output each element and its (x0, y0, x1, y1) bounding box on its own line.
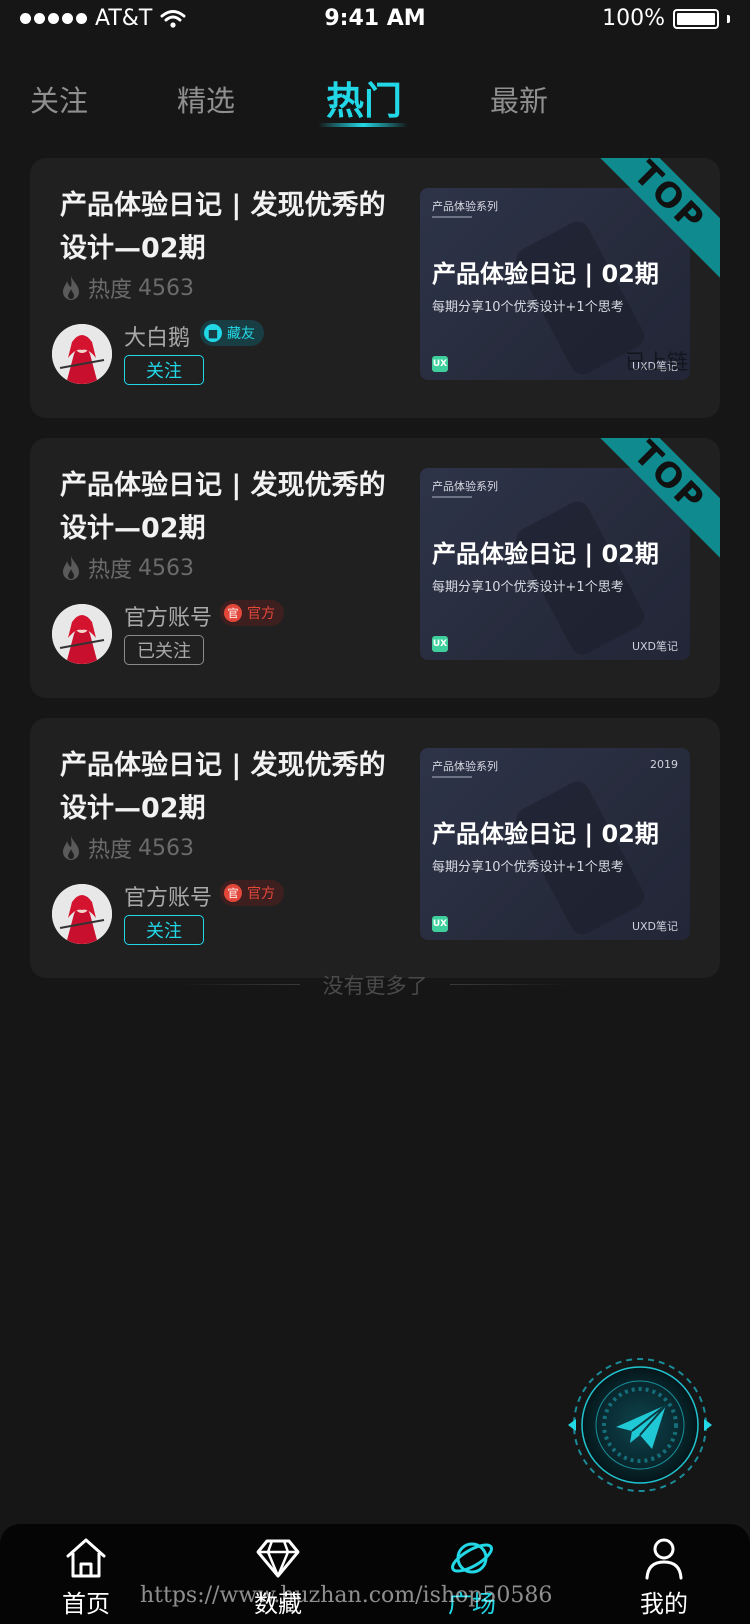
avatar-illustration (52, 604, 112, 664)
post-card[interactable]: 产品体验日记 | 发现优秀的设计—02期 热度 4563 大白鹅 ■ 藏友 关注 (30, 158, 720, 418)
post-thumbnail[interactable]: 产品体验系列 2019 产品体验日记 | 02期 每期分享10个优秀设计+1个思… (420, 748, 690, 940)
tabbar-collection[interactable]: 数藏 (228, 1534, 328, 1624)
thumb-brand: UXD笔记 (631, 920, 678, 933)
heat-value: 4563 (138, 555, 195, 581)
ux-logo-icon: UX (432, 356, 448, 372)
bottom-tab-bar: 首页 数藏 广场 我的 (0, 1524, 750, 1624)
active-tab-indicator (318, 123, 408, 127)
ux-logo-icon: UX (432, 916, 448, 932)
flame-icon (63, 556, 79, 580)
heat-value: 4563 (138, 275, 195, 301)
thumb-series: 产品体验系列 (432, 760, 498, 773)
thumb-subline: 每期分享10个优秀设计+1个思考 (432, 300, 624, 315)
followed-button[interactable]: 已关注 (124, 635, 204, 665)
user-icon (645, 1538, 683, 1580)
tab-hot[interactable]: 热门 (326, 70, 402, 125)
post-title: 产品体验日记 | 发现优秀的设计—02期 (60, 470, 386, 544)
thumb-headline: 产品体验日记 | 02期 (432, 820, 659, 848)
thumb-subline: 每期分享10个优秀设计+1个思考 (432, 860, 624, 875)
thumb-series: 产品体验系列 (432, 480, 498, 493)
badge-label: 官方 (247, 886, 275, 902)
lock-icon: ■ (204, 324, 222, 342)
planet-icon (451, 1542, 493, 1574)
battery-percent: 100% (602, 6, 665, 31)
follow-button[interactable]: 关注 (124, 355, 204, 385)
publish-fab[interactable] (560, 1345, 720, 1505)
post-card[interactable]: 产品体验日记 | 发现优秀的设计—02期 热度 4563 官方账号 官 官方 已… (30, 438, 720, 698)
avatar[interactable] (52, 604, 112, 664)
badge-label: 官方 (247, 606, 275, 622)
author-name[interactable]: 官方账号 (124, 880, 212, 912)
no-more-divider: 没有更多了 (0, 970, 750, 1000)
no-more-text: 没有更多了 (322, 974, 428, 998)
avatar[interactable] (52, 884, 112, 944)
author-name[interactable]: 大白鹅 (124, 320, 190, 352)
ux-logo-icon: UX (432, 636, 448, 652)
heat-value: 4563 (138, 835, 195, 861)
collector-badge: ■ 藏友 (200, 320, 264, 346)
post-thumbnail[interactable]: 产品体验系列 20 产品体验日记 | 02期 每期分享10个优秀设计+1个思考 … (420, 188, 690, 380)
battery-icon (673, 8, 719, 29)
tab-latest[interactable]: 最新 (490, 78, 548, 120)
official-icon: 官 (224, 884, 242, 902)
watermark: https://www.huzhan.com/ishop50586 (140, 1583, 553, 1608)
thumb-series: 产品体验系列 (432, 200, 498, 213)
badge-label: 藏友 (227, 326, 255, 342)
on-chain-overlay: 已上链 (625, 350, 688, 374)
thumb-headline: 产品体验日记 | 02期 (432, 540, 659, 568)
diamond-icon (256, 1539, 300, 1578)
heat-row: 热度 4563 (60, 272, 194, 304)
thumb-headline: 产品体验日记 | 02期 (432, 260, 659, 288)
avatar-illustration (52, 884, 112, 944)
official-badge: 官 官方 (220, 600, 284, 626)
paper-plane-icon (568, 1358, 712, 1492)
author-name[interactable]: 官方账号 (124, 600, 212, 632)
avatar[interactable] (52, 324, 112, 384)
thumb-year: 2019 (650, 758, 678, 771)
flame-icon (63, 836, 79, 860)
post-thumbnail[interactable]: 产品体验系列 产品体验日记 | 02期 每期分享10个优秀设计+1个思考 UX … (420, 468, 690, 660)
heat-row: 热度 4563 (60, 832, 194, 864)
flame-icon (63, 276, 79, 300)
heat-label: 热度 (88, 558, 133, 583)
status-bar: AT&T 9:41 AM 100% (0, 0, 750, 40)
official-badge: 官 官方 (220, 880, 284, 906)
post-title: 产品体验日记 | 发现优秀的设计—02期 (60, 750, 386, 824)
post-card[interactable]: 产品体验日记 | 发现优秀的设计—02期 热度 4563 官方账号 官 官方 关… (30, 718, 720, 978)
heat-label: 热度 (88, 278, 133, 303)
thumb-subline: 每期分享10个优秀设计+1个思考 (432, 580, 624, 595)
home-icon (66, 1538, 106, 1578)
tabbar-square[interactable]: 广场 (422, 1534, 522, 1624)
tabbar-mine[interactable]: 我的 (614, 1534, 714, 1624)
official-icon: 官 (224, 604, 242, 622)
avatar-illustration (52, 324, 112, 384)
thumb-brand: UXD笔记 (631, 640, 678, 653)
heat-row: 热度 4563 (60, 552, 194, 584)
post-title: 产品体验日记 | 发现优秀的设计—02期 (60, 190, 386, 264)
follow-button[interactable]: 关注 (124, 915, 204, 945)
tabbar-home[interactable]: 首页 (36, 1534, 136, 1624)
tab-follow[interactable]: 关注 (30, 78, 88, 120)
tab-featured[interactable]: 精选 (177, 78, 235, 120)
heat-label: 热度 (88, 838, 133, 863)
